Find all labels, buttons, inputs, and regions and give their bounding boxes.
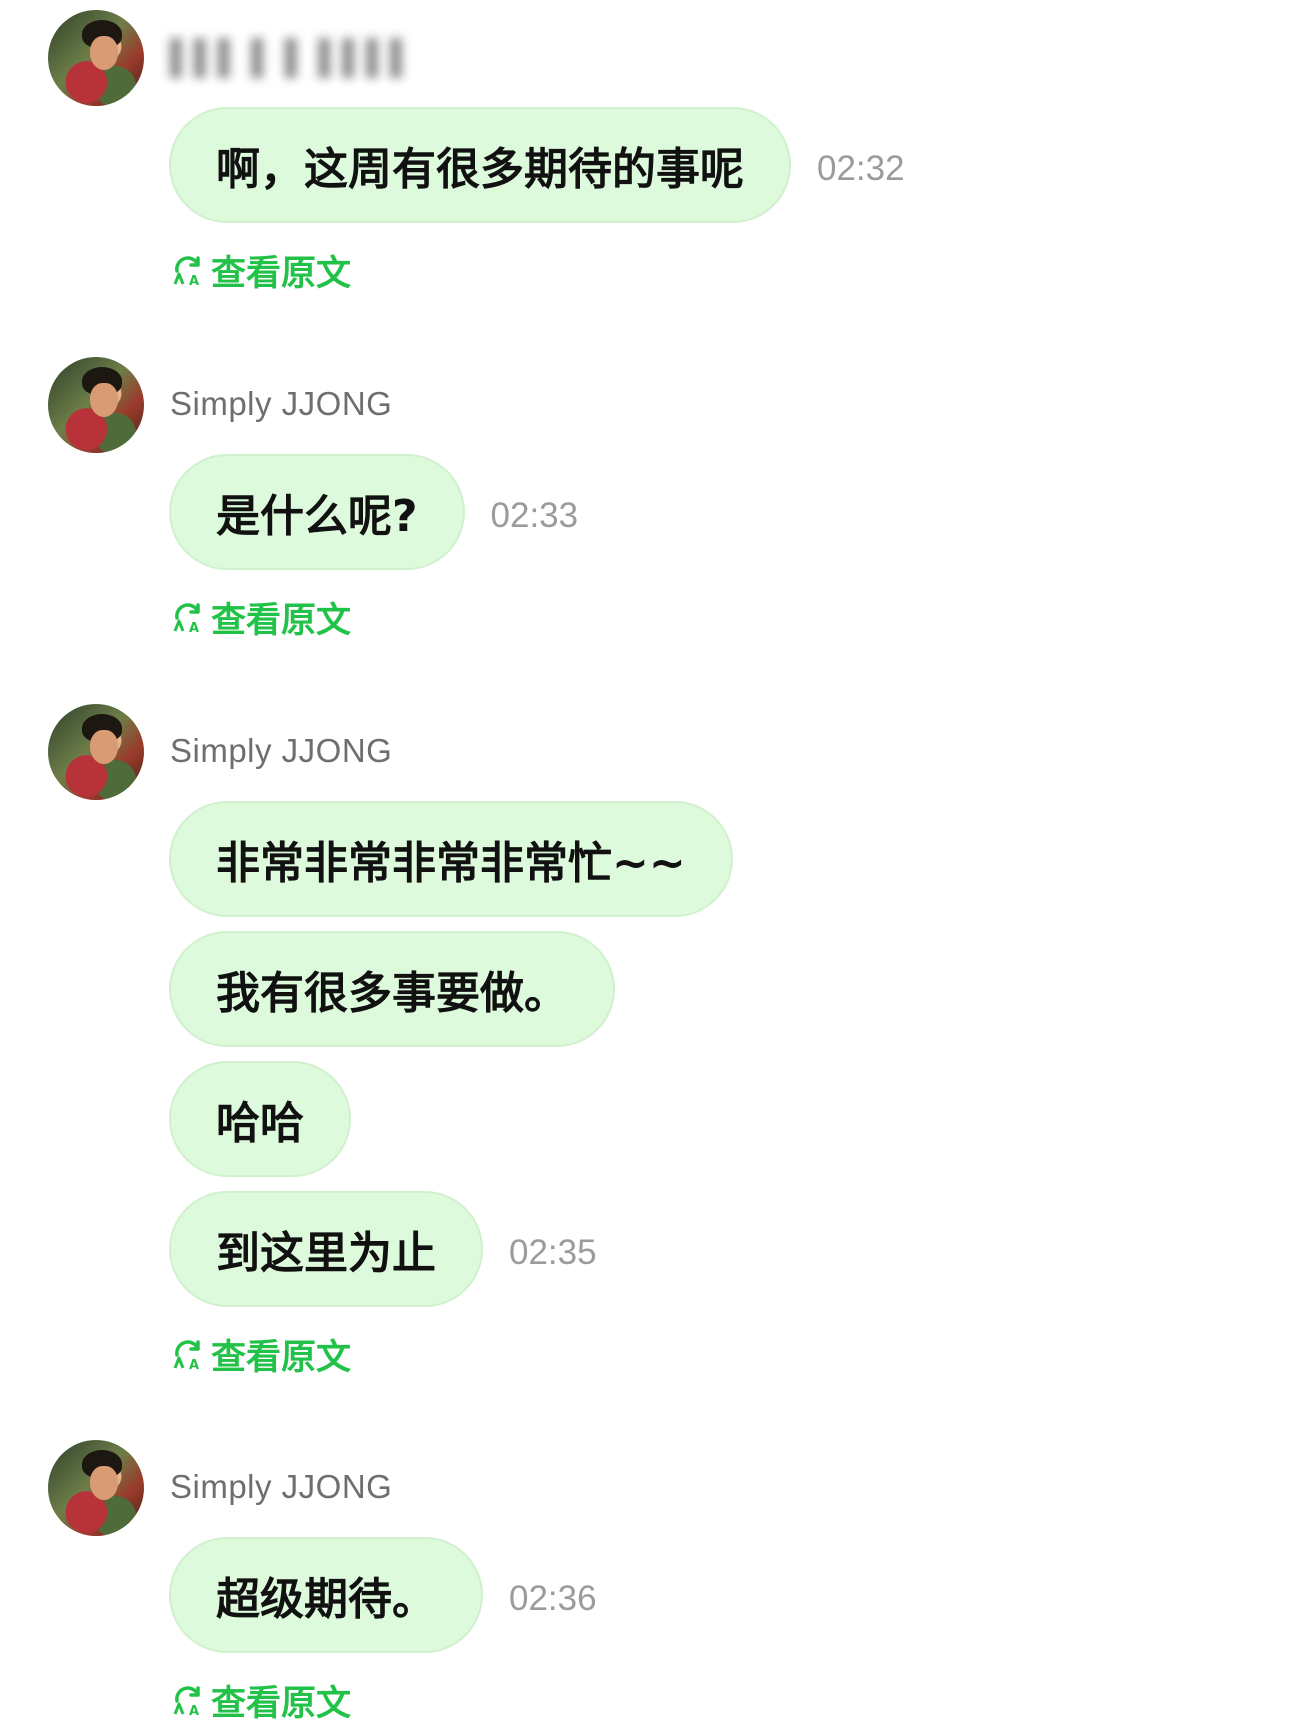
message-timestamp: 02:36 (509, 1579, 597, 1618)
message-timestamp: 02:32 (817, 149, 905, 188)
refresh-translate-icon: A (173, 1339, 200, 1372)
svg-text:A: A (189, 621, 199, 635)
message-bubble[interactable]: 哈哈 (169, 1061, 351, 1177)
view-original-label: 查看原文 (211, 1338, 352, 1378)
sender-name: Simply JJONG (170, 1468, 393, 1505)
message-bubble[interactable]: 到这里为止 (169, 1191, 483, 1307)
message-bubble[interactable]: 超级期待。 (169, 1537, 483, 1653)
message-bubble[interactable]: 是什么呢? (169, 454, 465, 570)
message-row: 非常非常非常非常忙~~ (169, 801, 733, 917)
message-bubble[interactable]: 我有很多事要做。 (169, 931, 615, 1047)
avatar[interactable] (48, 10, 144, 106)
refresh-translate-icon: A (173, 255, 200, 288)
message-row: 到这里为止 02:35 (169, 1191, 597, 1307)
view-original-link[interactable]: A 查看原文 (171, 245, 351, 296)
svg-text:A: A (189, 274, 199, 288)
avatar[interactable] (48, 704, 144, 800)
message-row: 啊，这周有很多期待的事呢 02:32 (169, 107, 905, 223)
view-original-link[interactable]: A 查看原文 (171, 1329, 351, 1380)
view-original-label: 查看原文 (211, 254, 352, 294)
message-timestamp: 02:33 (490, 496, 579, 535)
view-original-label: 查看原文 (211, 1684, 352, 1724)
message-row: 我有很多事要做。 (169, 931, 615, 1047)
svg-text:A: A (189, 1358, 199, 1372)
avatar[interactable] (48, 1440, 144, 1536)
refresh-translate-icon: A (173, 1685, 200, 1718)
refresh-translate-icon: A (173, 602, 200, 635)
sender-name-redacted: ▌▌▌ ▌ ▌ ▌▌▌▌ (170, 38, 414, 75)
svg-text:A: A (189, 1704, 199, 1718)
sender-name: Simply JJONG (170, 732, 393, 769)
message-timestamp: 02:35 (509, 1233, 597, 1272)
message-row: 是什么呢? 02:33 (169, 454, 578, 570)
avatar[interactable] (48, 357, 144, 453)
view-original-label: 查看原文 (211, 601, 352, 641)
view-original-link[interactable]: A 查看原文 (171, 592, 351, 643)
sender-name: Simply JJONG (170, 385, 393, 422)
message-row: 哈哈 (169, 1061, 351, 1177)
view-original-link[interactable]: A 查看原文 (171, 1675, 351, 1726)
message-bubble[interactable]: 啊，这周有很多期待的事呢 (169, 107, 791, 223)
message-bubble[interactable]: 非常非常非常非常忙~~ (169, 801, 733, 917)
message-row: 超级期待。 02:36 (169, 1537, 597, 1653)
